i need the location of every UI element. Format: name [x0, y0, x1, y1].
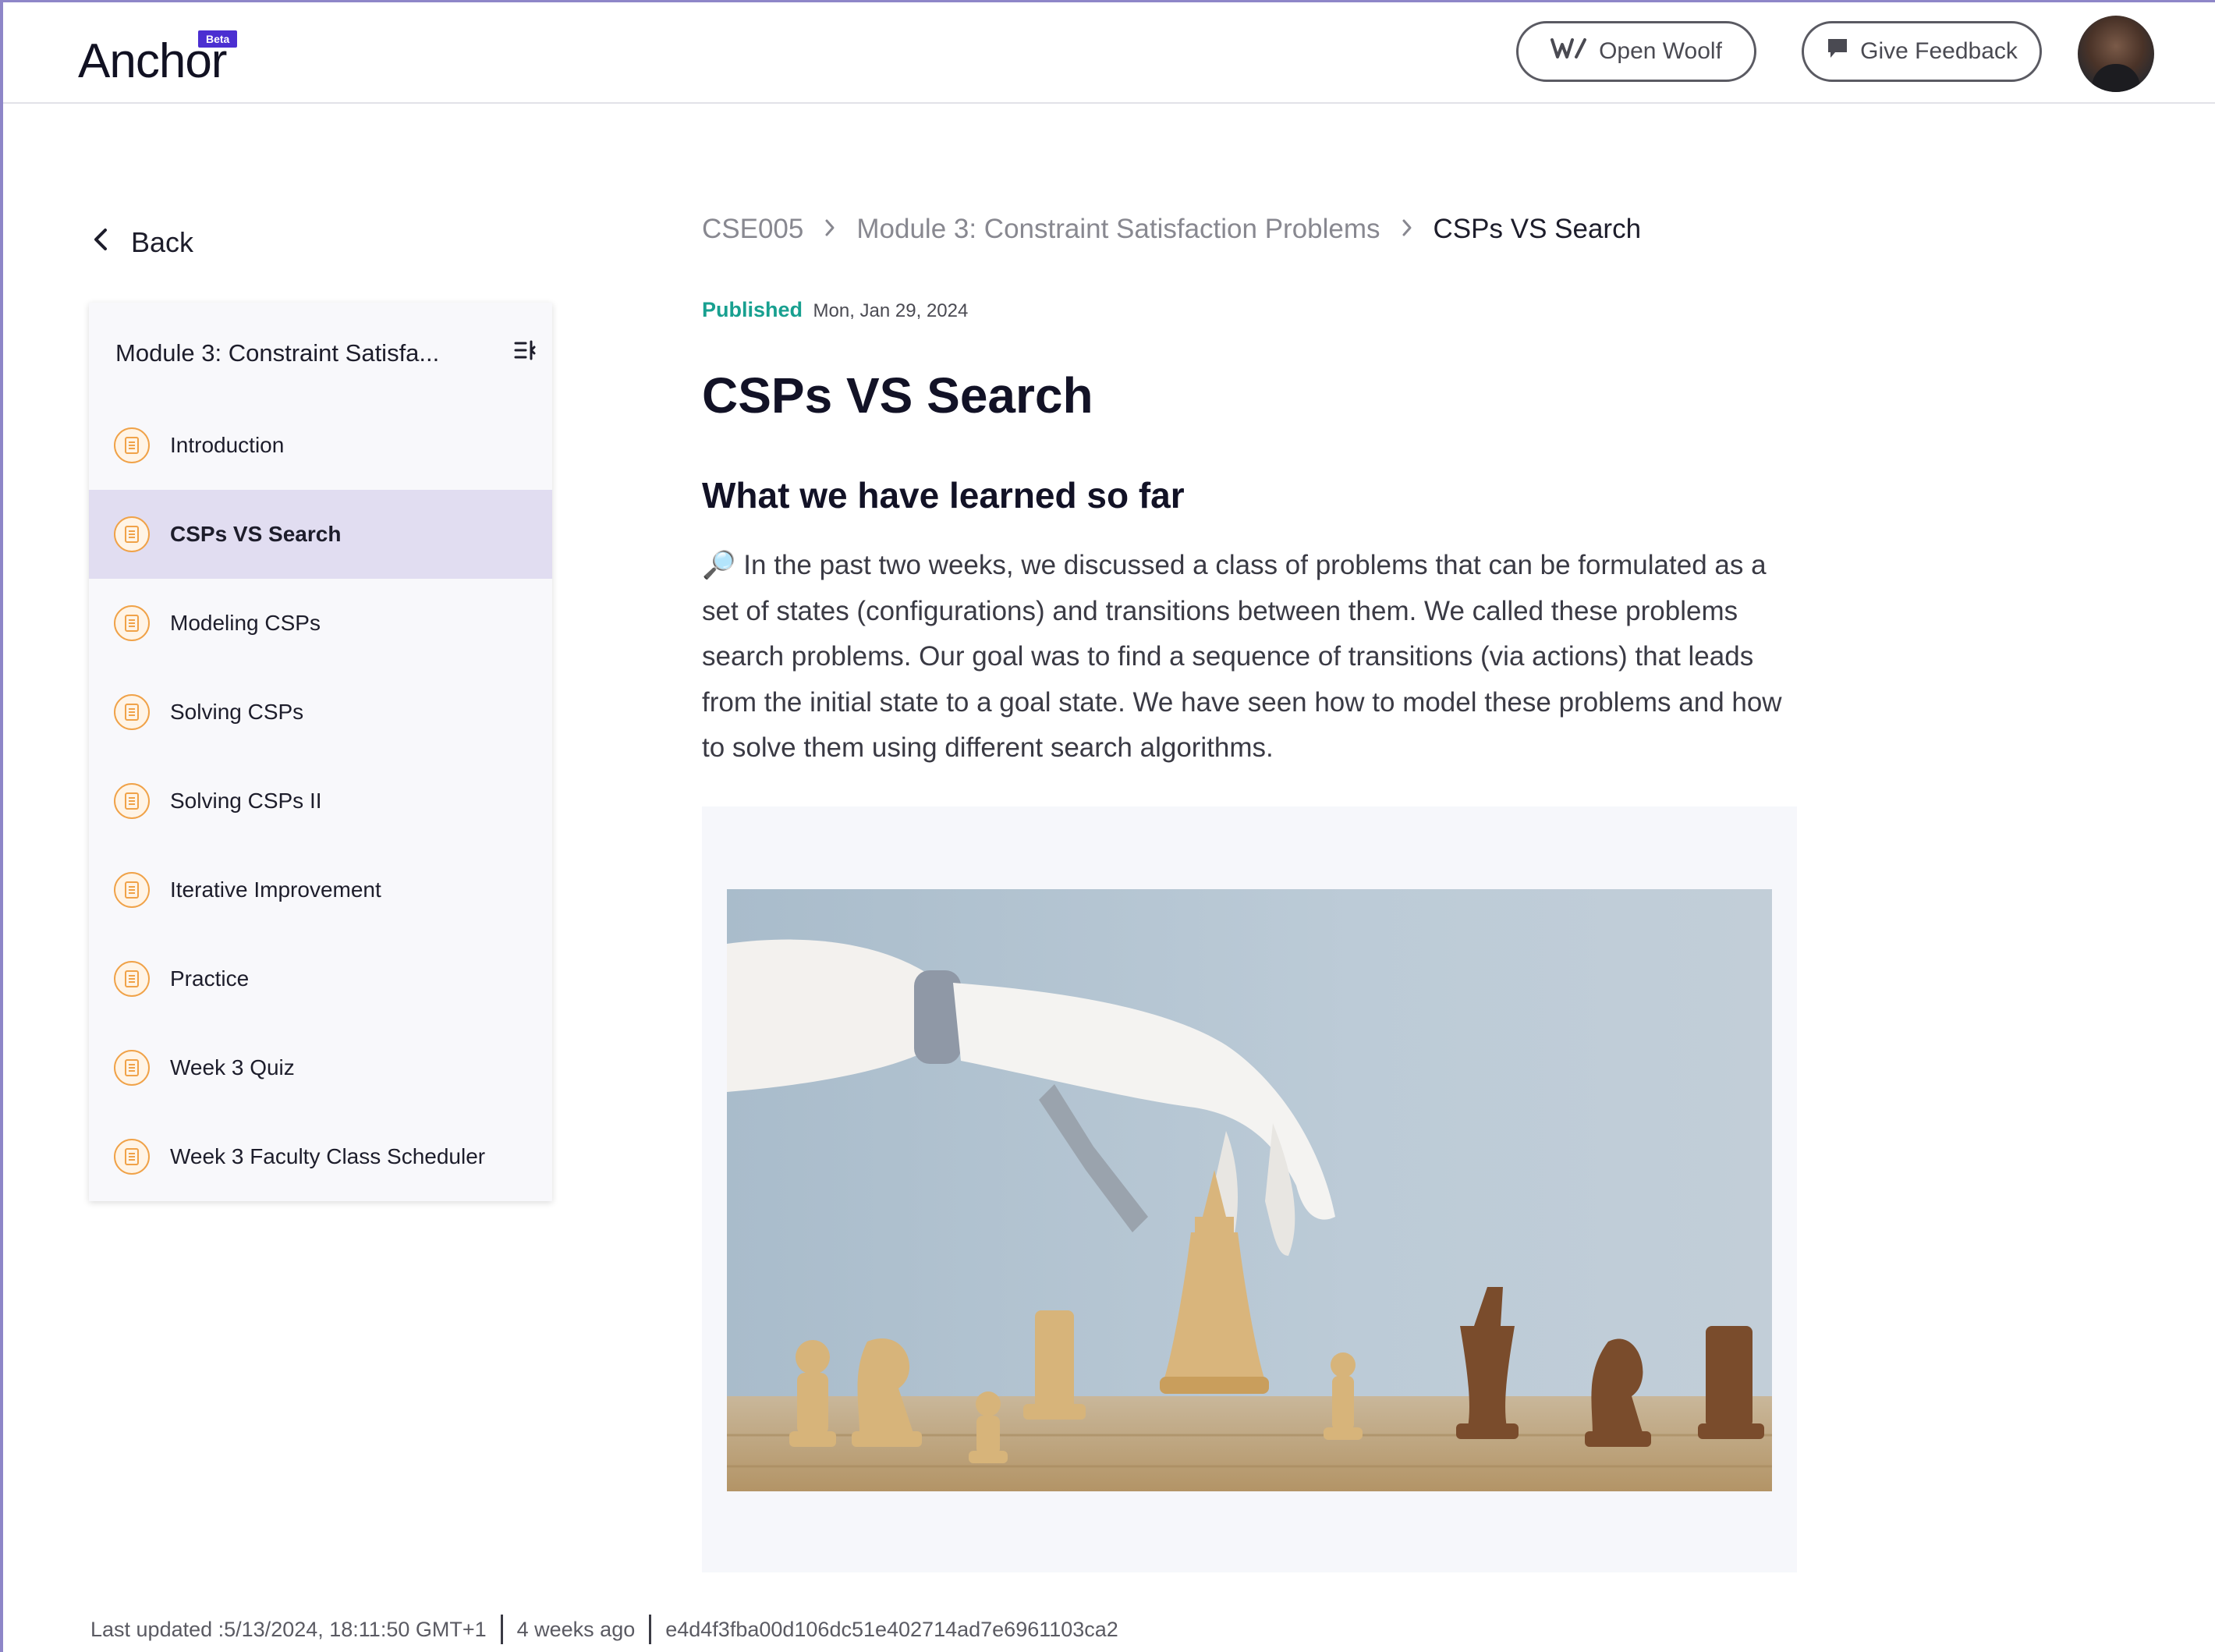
- module-sidebar: Module 3: Constraint Satisfa... Introduc…: [89, 303, 552, 1201]
- document-icon: [114, 427, 150, 463]
- chevron-right-icon: [1401, 214, 1413, 245]
- document-icon: [114, 1050, 150, 1086]
- sidebar-item-label: Iterative Improvement: [170, 877, 381, 902]
- sidebar-item-label: Introduction: [170, 433, 285, 457]
- open-woolf-button[interactable]: Open Woolf: [1516, 21, 1756, 82]
- module-title: Module 3: Constraint Satisfa...: [115, 339, 440, 367]
- back-label: Back: [131, 226, 194, 258]
- chevron-right-icon: [824, 214, 836, 245]
- document-icon: [114, 961, 150, 997]
- woolf-logo-icon: [1550, 37, 1588, 66]
- document-icon: [114, 783, 150, 819]
- document-icon: [114, 872, 150, 908]
- sidebar-item-solving-csps-ii[interactable]: Solving CSPs II: [89, 757, 552, 845]
- robot-chess-image: [727, 889, 1772, 1491]
- sidebar-item-week-3-quiz[interactable]: Week 3 Quiz: [89, 1023, 552, 1112]
- user-avatar[interactable]: [2078, 16, 2154, 92]
- sidebar-item-iterative-improvement[interactable]: Iterative Improvement: [89, 845, 552, 934]
- breadcrumb: CSE005 Module 3: Constraint Satisfaction…: [702, 214, 1641, 245]
- sidebar-item-practice[interactable]: Practice: [89, 934, 552, 1023]
- lesson-list: Introduction CSPs VS Search Modeling CSP…: [89, 401, 552, 1201]
- breadcrumb-module[interactable]: Module 3: Constraint Satisfaction Proble…: [856, 214, 1380, 245]
- sidebar-item-modeling-csps[interactable]: Modeling CSPs: [89, 579, 552, 668]
- sidebar-item-label: Modeling CSPs: [170, 611, 321, 635]
- sidebar-item-introduction[interactable]: Introduction: [89, 401, 552, 490]
- sidebar-item-label: Solving CSPs: [170, 700, 304, 724]
- document-icon: [114, 516, 150, 552]
- section-heading: What we have learned so far: [702, 475, 1185, 516]
- sidebar-item-solving-csps[interactable]: Solving CSPs: [89, 668, 552, 757]
- chevron-left-icon: [92, 226, 109, 259]
- document-icon: [114, 605, 150, 641]
- footer-divider: [500, 1615, 503, 1644]
- chat-bubble-icon: [1826, 37, 1849, 66]
- give-feedback-label: Give Feedback: [1860, 38, 2018, 64]
- beta-badge: Beta: [198, 30, 238, 48]
- collapse-menu-icon[interactable]: [513, 339, 537, 368]
- document-icon: [114, 694, 150, 730]
- sidebar-item-label: Practice: [170, 966, 250, 991]
- published-date: Mon, Jan 29, 2024: [813, 300, 969, 321]
- open-woolf-label: Open Woolf: [1599, 38, 1722, 64]
- intro-paragraph: 🔎 In the past two weeks, we discussed a …: [702, 550, 1782, 763]
- anchor-logo[interactable]: Anchor Beta: [78, 30, 238, 93]
- relative-time-text: 4 weeks ago: [516, 1617, 636, 1641]
- published-label: Published: [702, 298, 803, 321]
- sidebar-item-label: Week 3 Quiz: [170, 1055, 295, 1079]
- give-feedback-button[interactable]: Give Feedback: [1802, 21, 2042, 82]
- footer-divider: [649, 1615, 652, 1644]
- window-frame-left: [0, 0, 3, 1652]
- sidebar-item-csps-vs-search[interactable]: CSPs VS Search: [89, 490, 552, 579]
- last-updated-text: Last updated :5/13/2024, 18:11:50 GMT+1: [90, 1617, 487, 1641]
- sidebar-item-label: Week 3 Faculty Class Scheduler: [170, 1144, 486, 1168]
- sidebar-item-label: CSPs VS Search: [170, 522, 342, 546]
- page-title: CSPs VS Search: [702, 367, 1093, 424]
- published-info: Published Mon, Jan 29, 2024: [702, 298, 968, 322]
- back-link[interactable]: Back: [92, 226, 193, 259]
- document-icon: [114, 1139, 150, 1175]
- breadcrumb-current: CSPs VS Search: [1433, 214, 1642, 244]
- sidebar-item-label: Solving CSPs II: [170, 789, 322, 813]
- module-header: Module 3: Constraint Satisfa...: [115, 334, 537, 373]
- breadcrumb-course[interactable]: CSE005: [702, 214, 803, 245]
- commit-hash-text: e4d4f3fba00d106dc51e402714ad7e6961103ca2: [665, 1617, 1118, 1641]
- page-footer: Last updated :5/13/2024, 18:11:50 GMT+1 …: [90, 1615, 1118, 1644]
- sidebar-item-week-3-faculty-class-scheduler[interactable]: Week 3 Faculty Class Scheduler: [89, 1112, 552, 1201]
- top-header: Anchor Beta Open Woolf Give Feedback: [3, 2, 2215, 104]
